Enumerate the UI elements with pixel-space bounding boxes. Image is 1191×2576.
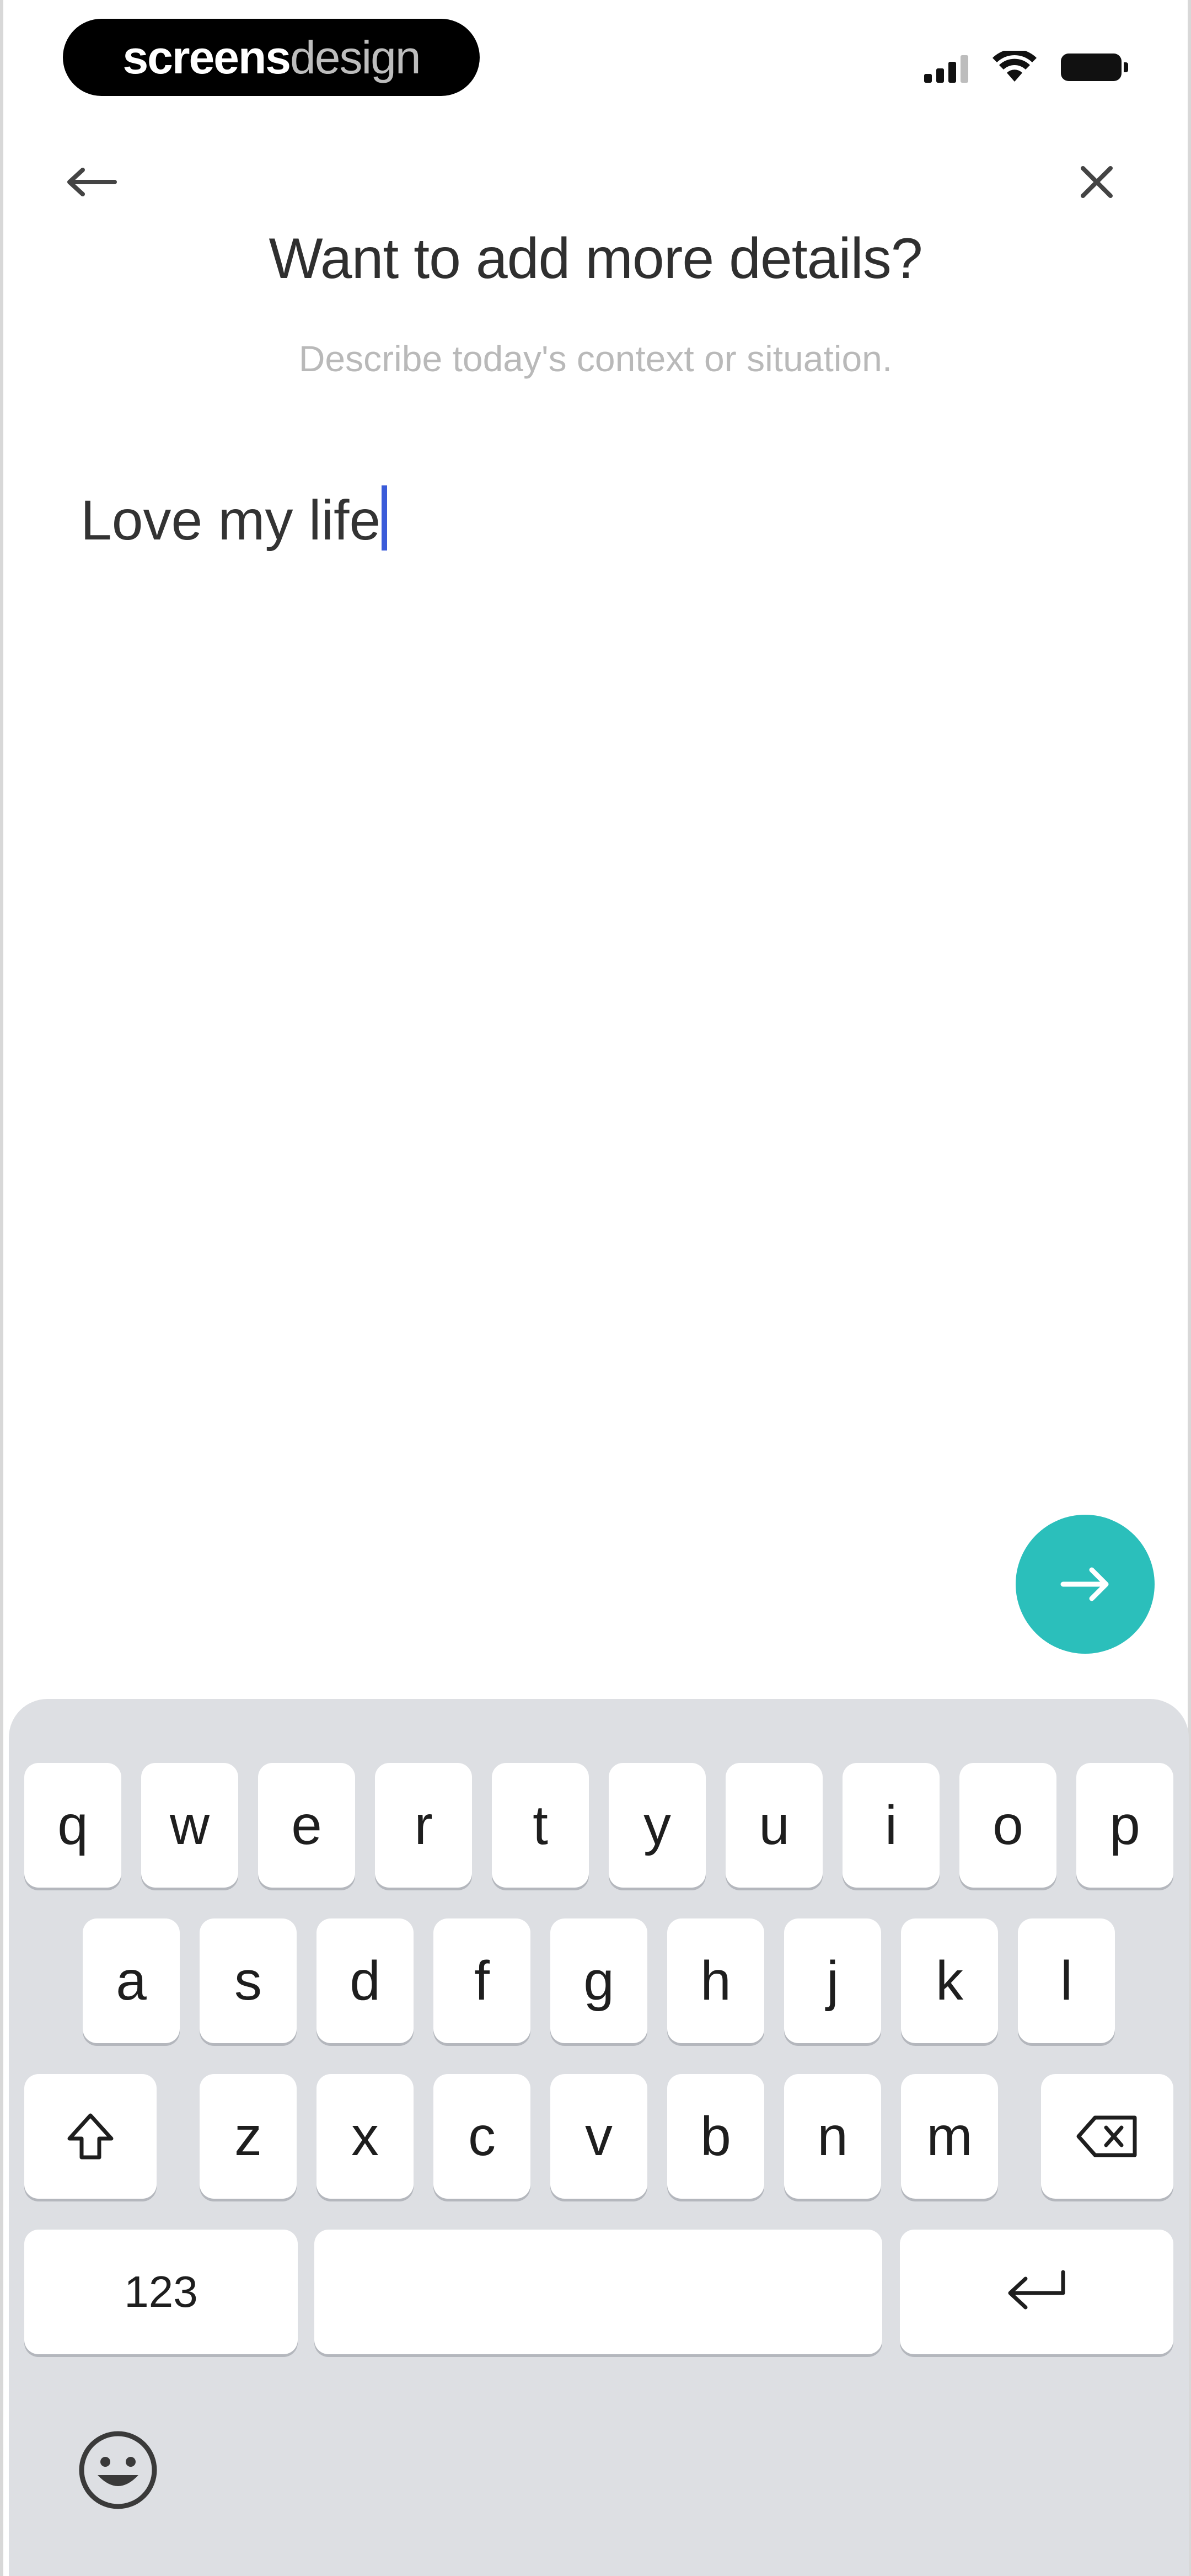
key-b[interactable]: b: [667, 2074, 764, 2199]
backspace-icon: [1076, 2115, 1137, 2157]
key-q[interactable]: q: [24, 1763, 121, 1888]
key-o[interactable]: o: [959, 1763, 1056, 1888]
key-c[interactable]: c: [433, 2074, 530, 2199]
page-title: Want to add more details?: [269, 227, 922, 291]
key-s[interactable]: s: [200, 1918, 297, 2043]
key-l[interactable]: l: [1018, 1918, 1115, 2043]
text-cursor: [382, 485, 388, 551]
brand-bold: screens: [122, 31, 291, 83]
key-p[interactable]: p: [1076, 1763, 1173, 1888]
next-button[interactable]: [1016, 1515, 1155, 1654]
emoji-key[interactable]: [74, 2426, 162, 2514]
numbers-key[interactable]: 123: [24, 2230, 298, 2354]
input-value: Love my life: [81, 489, 381, 552]
cellular-signal-icon: [924, 52, 968, 83]
key-j[interactable]: j: [784, 1918, 881, 2043]
return-icon: [1008, 2270, 1065, 2310]
battery-icon: [1061, 54, 1128, 81]
details-text-input[interactable]: Love my life: [81, 485, 1117, 1478]
key-d[interactable]: d: [316, 1918, 414, 2043]
key-v[interactable]: v: [550, 2074, 647, 2199]
key-z[interactable]: z: [200, 2074, 297, 2199]
status-icons: [924, 45, 1128, 89]
screen: screens design Want to add more details? …: [0, 0, 1191, 2576]
key-n[interactable]: n: [784, 2074, 881, 2199]
wifi-icon: [993, 51, 1037, 82]
back-button[interactable]: [58, 154, 125, 210]
key-e[interactable]: e: [258, 1763, 355, 1888]
key-i[interactable]: i: [843, 1763, 940, 1888]
key-r[interactable]: r: [375, 1763, 472, 1888]
space-key[interactable]: [314, 2230, 882, 2354]
key-k[interactable]: k: [901, 1918, 998, 2043]
key-x[interactable]: x: [316, 2074, 414, 2199]
key-u[interactable]: u: [726, 1763, 823, 1888]
key-t[interactable]: t: [492, 1763, 589, 1888]
shift-icon: [67, 2113, 114, 2160]
page-subtitle: Describe today's context or situation.: [298, 338, 893, 379]
delete-key[interactable]: [1041, 2074, 1173, 2199]
status-bar: screens design: [3, 0, 1188, 121]
brand-logo: screens design: [63, 19, 480, 96]
emoji-icon: [79, 2431, 157, 2509]
key-m[interactable]: m: [901, 2074, 998, 2199]
return-key[interactable]: [900, 2230, 1173, 2354]
key-h[interactable]: h: [667, 1918, 764, 2043]
key-f[interactable]: f: [433, 1918, 530, 2043]
key-y[interactable]: y: [609, 1763, 706, 1888]
key-a[interactable]: a: [83, 1918, 180, 2043]
arrow-right-icon: [1060, 1567, 1109, 1601]
close-icon: [1081, 166, 1113, 198]
key-g[interactable]: g: [550, 1918, 647, 2043]
arrow-left-icon: [67, 168, 117, 196]
close-button[interactable]: [1066, 154, 1127, 210]
shift-key[interactable]: [24, 2074, 157, 2199]
brand-thin: design: [290, 31, 421, 83]
key-w[interactable]: w: [141, 1763, 238, 1888]
